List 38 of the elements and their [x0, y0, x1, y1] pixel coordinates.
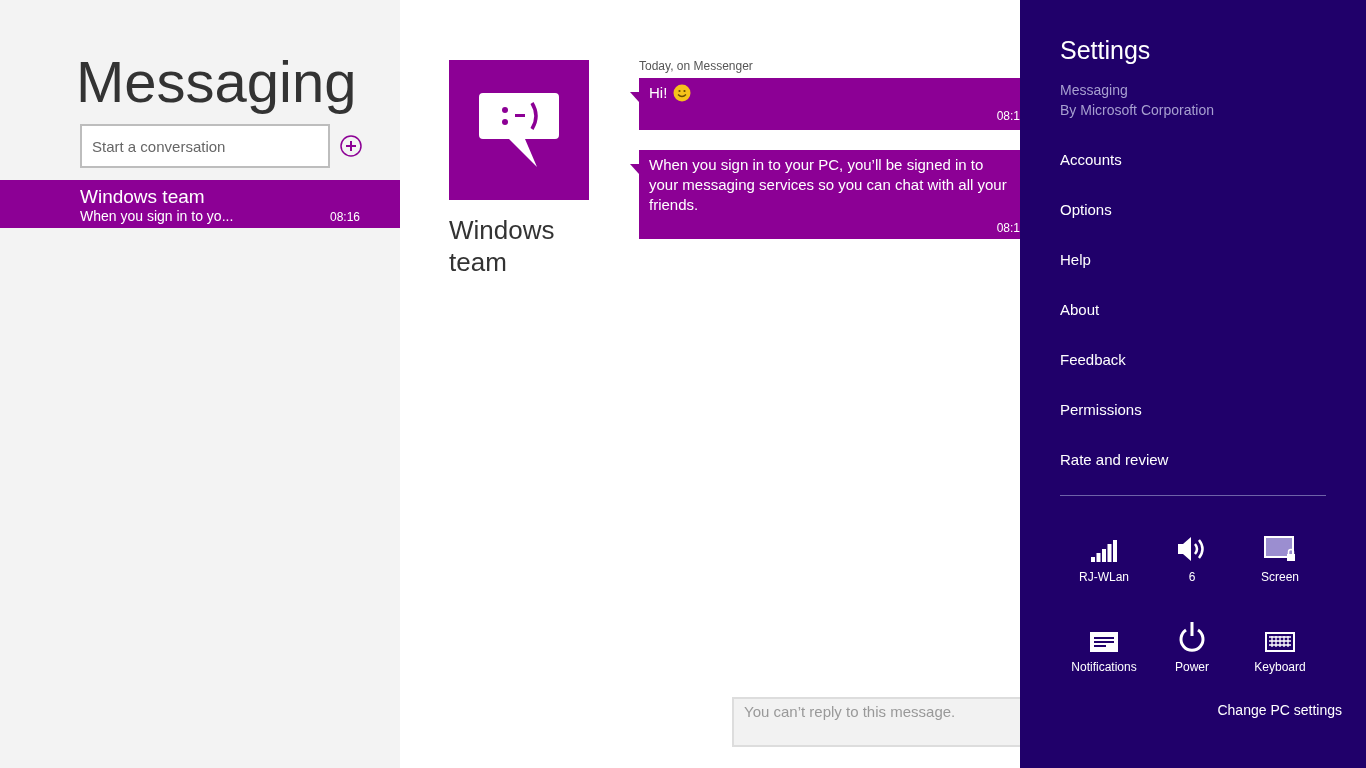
quick-setting[interactable]: Notifications [1060, 606, 1148, 674]
keyboard-icon [1265, 632, 1295, 652]
settings-link[interactable]: Accounts [1060, 140, 1122, 185]
quick-setting[interactable]: 6 [1148, 516, 1236, 584]
contact-name: Windows team [449, 214, 556, 278]
message-icon [1090, 632, 1118, 652]
screen-lock-icon [1264, 536, 1296, 562]
message-time: 08:1 [995, 221, 1020, 235]
settings-link[interactable]: Permissions [1060, 385, 1142, 435]
settings-link[interactable]: Rate and review [1060, 435, 1169, 485]
settings-link[interactable]: About [1060, 285, 1100, 335]
signal-bars-icon [1091, 540, 1117, 562]
search-field[interactable]: Start a conversation [80, 124, 330, 168]
smiley-icon [673, 84, 692, 102]
message-time: 08:1 [995, 109, 1020, 123]
message-text: When you sign in to your PC, you’ll be signed in to your messaging services so you can chat with all your friends. [649, 155, 1008, 215]
add-icon[interactable] [340, 135, 362, 157]
speaker-icon [1178, 536, 1206, 562]
settings-link[interactable]: Help [1060, 235, 1091, 285]
conversation-source: Today, on Messenger [639, 60, 754, 72]
quick-setting[interactable]: RJ-WLan [1060, 516, 1148, 584]
settings-title: Settings [1060, 35, 1152, 66]
message-preview: When you sign in to yo... [80, 208, 234, 224]
settings-link[interactable]: Feedback [1060, 335, 1126, 385]
quick-setting[interactable]: Power [1148, 606, 1236, 674]
contact-name: Windows team [80, 186, 206, 208]
message-time: 08:16 [329, 210, 360, 224]
change-pc-settings-link[interactable]: Change PC settings [1217, 702, 1342, 718]
quick-setting[interactable]: Keyboard [1236, 606, 1324, 674]
quick-setting[interactable]: Screen [1236, 516, 1324, 584]
settings-link[interactable]: Options [1060, 185, 1112, 235]
app-name: Messaging [1060, 81, 1129, 100]
message-text: Hi! [649, 83, 668, 103]
power-icon [1178, 622, 1206, 652]
app-publisher: By Microsoft Corporation [1060, 101, 1216, 120]
speech-bubble-icon [479, 93, 559, 167]
app-title: Messaging [75, 48, 358, 114]
conversation-item[interactable]: Windows team When you sign in to yo... 08:16 [0, 180, 400, 228]
